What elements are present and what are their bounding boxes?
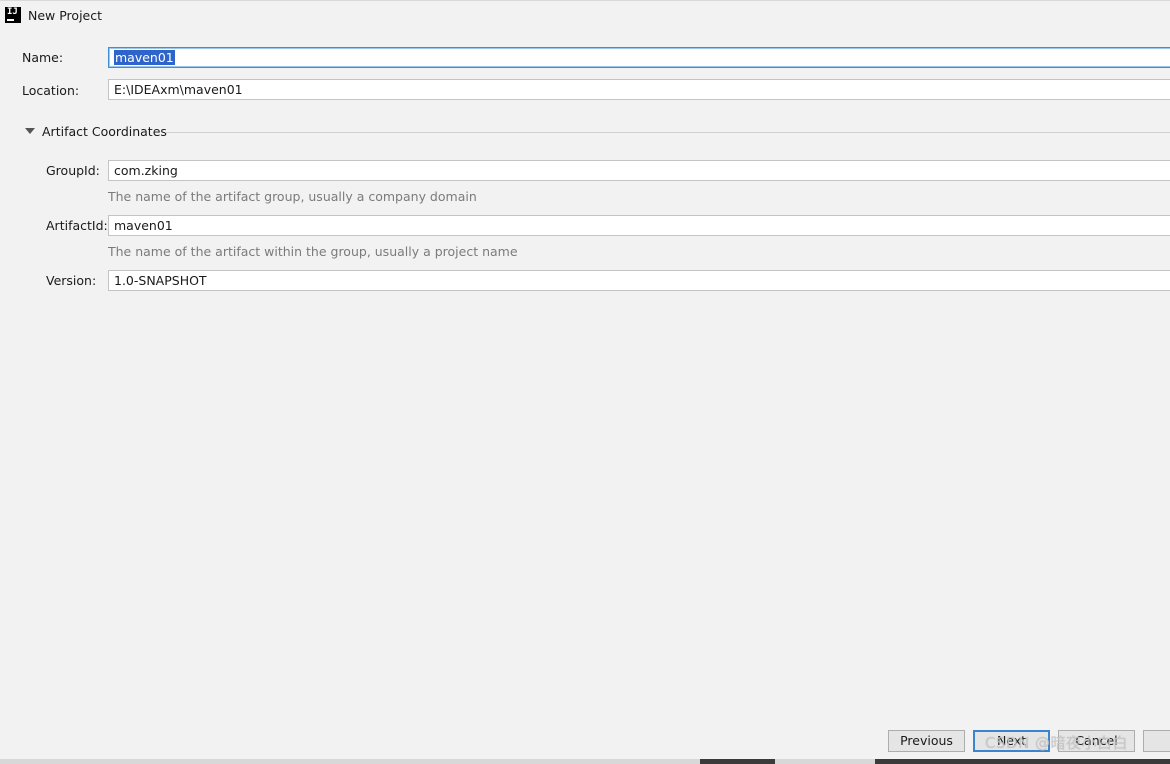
version-label: Version: bbox=[46, 273, 97, 288]
artifact-coordinates-title[interactable]: Artifact Coordinates bbox=[42, 124, 167, 139]
location-input[interactable]: E:\IDEAxm\maven01 bbox=[108, 79, 1170, 100]
section-divider bbox=[165, 132, 1170, 133]
taskbar-edge bbox=[0, 759, 1170, 764]
version-input[interactable]: 1.0-SNAPSHOT bbox=[108, 270, 1170, 291]
name-input[interactable]: maven01 bbox=[108, 47, 1170, 68]
new-project-dialog: IJ New Project Name: maven01 Location: E… bbox=[0, 0, 1170, 764]
triangle-down-icon[interactable] bbox=[25, 128, 35, 134]
previous-button[interactable]: Previous bbox=[888, 730, 965, 752]
intellij-logo-icon: IJ bbox=[5, 7, 21, 23]
group-id-hint: The name of the artifact group, usually … bbox=[108, 189, 477, 204]
help-button[interactable] bbox=[1143, 730, 1170, 752]
group-id-input[interactable]: com.zking bbox=[108, 160, 1170, 181]
dialog-title: New Project bbox=[28, 8, 103, 23]
location-label: Location: bbox=[22, 83, 80, 98]
artifact-id-hint: The name of the artifact within the grou… bbox=[108, 244, 518, 259]
title-bar: IJ New Project bbox=[0, 0, 1170, 30]
csdn-watermark: CSDN @暗夜小白白 bbox=[985, 734, 1129, 752]
name-input-selection: maven01 bbox=[114, 50, 175, 65]
artifact-id-input[interactable]: maven01 bbox=[108, 215, 1170, 236]
artifact-coordinates-section[interactable]: Artifact Coordinates bbox=[25, 124, 1170, 140]
name-label: Name: bbox=[22, 50, 64, 65]
group-id-label: GroupId: bbox=[46, 163, 100, 178]
artifact-id-label: ArtifactId: bbox=[46, 218, 108, 233]
